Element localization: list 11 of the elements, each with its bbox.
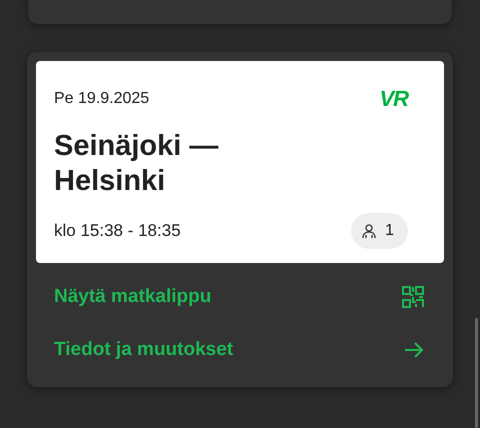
arrow-right-icon — [404, 341, 424, 360]
person-icon — [361, 222, 378, 239]
passenger-count: 1 — [351, 212, 408, 249]
departure-time: klo 15:38 - 18:35 — [54, 220, 181, 242]
travel-date: Pe 19.9.2025 — [54, 89, 150, 109]
qr-code-icon — [402, 286, 424, 308]
vr-logo: VR — [379, 88, 408, 110]
route-title: Seinäjoki — Helsinki — [54, 129, 220, 199]
action-link[interactable]: Tiedot ja muutokset — [36, 324, 444, 377]
ticket-summary[interactable]: Pe 19.9.2025 VR Seinäjoki — Helsinki klo 15:38 - 18:35 1 — [36, 61, 444, 263]
action-link[interactable]: Näytä matkalippu — [36, 270, 444, 324]
